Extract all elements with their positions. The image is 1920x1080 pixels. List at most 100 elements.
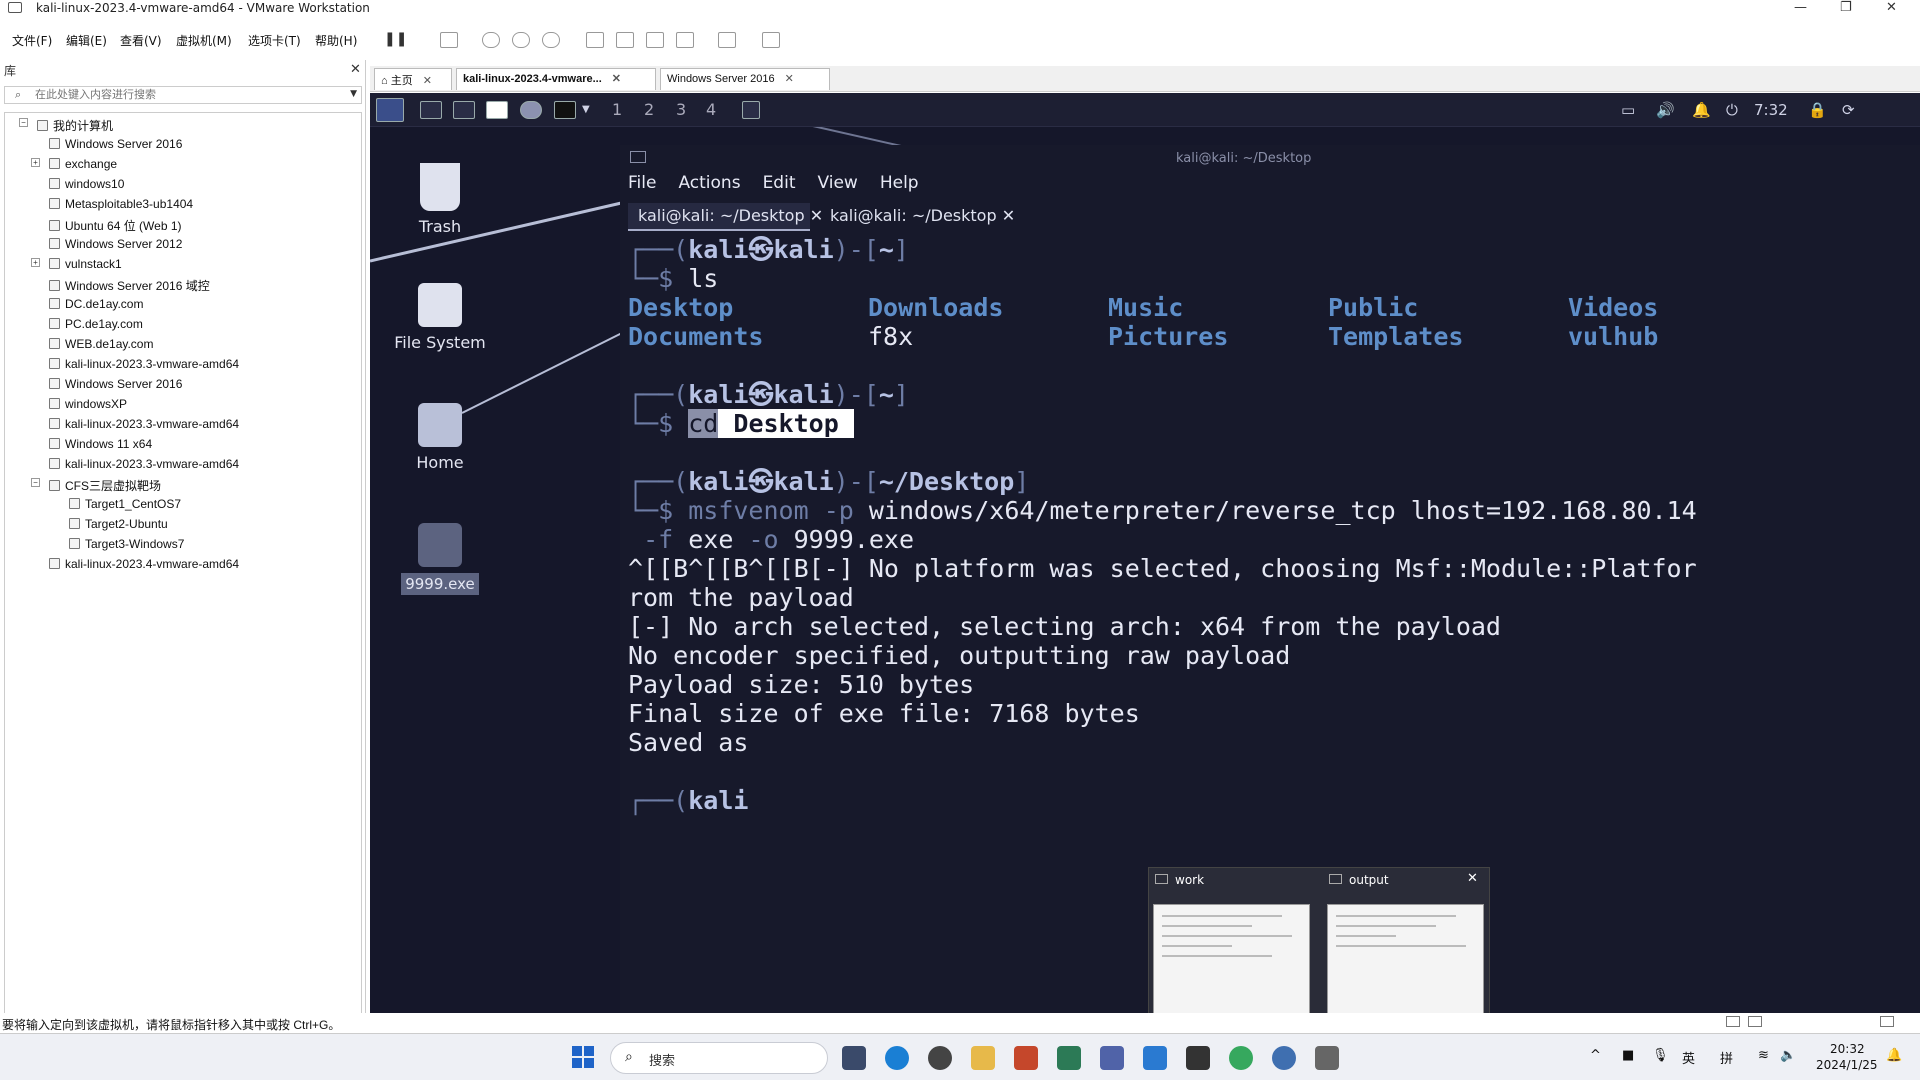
obs-icon[interactable] bbox=[928, 1046, 952, 1070]
app-icon[interactable] bbox=[1229, 1046, 1253, 1070]
display-icon[interactable]: ▭ bbox=[1621, 101, 1635, 119]
thumbnail-work[interactable]: work bbox=[1149, 868, 1314, 1018]
tree-item[interactable]: − CFS三层虚拟靶场 bbox=[31, 477, 161, 494]
file-explorer-icon[interactable] bbox=[971, 1046, 995, 1070]
start-button[interactable] bbox=[572, 1046, 596, 1070]
vscode-icon[interactable] bbox=[1143, 1046, 1167, 1070]
pause-icon[interactable]: ❚❚ bbox=[384, 32, 407, 48]
tree-item[interactable]: Target2-Ubuntu bbox=[69, 517, 168, 531]
tree-item[interactable]: DC.de1ay.com bbox=[49, 297, 143, 311]
powerpoint-icon[interactable] bbox=[1014, 1046, 1038, 1070]
wifi-icon[interactable]: ≋ bbox=[1758, 1048, 1769, 1063]
menu-vm[interactable]: 虚拟机(M) bbox=[176, 32, 232, 49]
snapshot-icon[interactable] bbox=[482, 32, 500, 48]
console-icon[interactable] bbox=[718, 32, 736, 48]
terminal-menu-help[interactable]: Help bbox=[880, 173, 919, 193]
minimize-button[interactable]: — bbox=[1794, 0, 1807, 15]
tree-item[interactable]: windowsXP bbox=[49, 397, 127, 411]
vm-display[interactable]: ▼ 1 2 3 4 ▭ 🔊 🔔 ⏻ 7:32 🔒 ⟳ Trash File Sy… bbox=[370, 93, 1920, 1013]
menu-view[interactable]: 查看(V) bbox=[120, 32, 162, 49]
notification-bell-icon[interactable]: 🔔 bbox=[1692, 101, 1711, 119]
tree-item[interactable]: Windows Server 2016 域控 bbox=[49, 277, 210, 294]
terminal-window-icon[interactable] bbox=[742, 101, 760, 119]
chevron-down-icon[interactable]: ▼ bbox=[350, 89, 357, 99]
workspace-4[interactable]: 4 bbox=[706, 100, 716, 119]
thumbnail-output[interactable]: output ✕ bbox=[1323, 868, 1488, 1018]
notes-icon[interactable] bbox=[1315, 1046, 1339, 1070]
tree-item[interactable]: Windows Server 2012 bbox=[49, 237, 182, 251]
expand-icon[interactable]: + bbox=[31, 258, 40, 267]
close-window-button[interactable]: ✕ bbox=[1886, 0, 1897, 15]
notification-bell-icon[interactable]: 🔔 bbox=[1886, 1048, 1902, 1063]
tree-item[interactable]: windows10 bbox=[49, 177, 124, 191]
close-tab-icon[interactable]: ✕ bbox=[785, 73, 794, 85]
tree-item[interactable]: Ubuntu 64 位 (Web 1) bbox=[49, 217, 182, 234]
terminal-menu-edit[interactable]: Edit bbox=[763, 173, 796, 193]
tree-item[interactable]: kali-linux-2023.3-vmware-amd64 bbox=[49, 417, 239, 431]
taskbar-date[interactable]: 2024/1/25 bbox=[1816, 1058, 1878, 1072]
desktop-icon-trash[interactable]: Trash bbox=[380, 163, 500, 236]
desktop-icon-filesystem[interactable]: File System bbox=[380, 283, 500, 352]
collapse-icon[interactable]: − bbox=[31, 478, 40, 487]
virtual-desktop-icon[interactable] bbox=[1100, 1046, 1124, 1070]
full-screen-icon[interactable] bbox=[646, 32, 664, 48]
menu-help[interactable]: 帮助(H) bbox=[315, 32, 357, 49]
desktop-icon-9999-exe[interactable]: 9999.exe bbox=[380, 523, 500, 595]
kali-menu-icon[interactable] bbox=[376, 98, 404, 122]
tree-item[interactable]: PC.de1ay.com bbox=[49, 317, 143, 331]
tree-item[interactable]: + vulnstack1 bbox=[31, 257, 122, 271]
close-library-icon[interactable]: ✕ bbox=[350, 62, 361, 77]
tree-item[interactable]: + exchange bbox=[31, 157, 117, 171]
close-tab-icon[interactable]: ✕ bbox=[423, 75, 432, 87]
ime-indicator[interactable]: 拼 bbox=[1720, 1048, 1733, 1067]
tree-item[interactable]: Target3-Windows7 bbox=[69, 537, 184, 551]
terminal-menu-view[interactable]: View bbox=[817, 173, 857, 193]
microphone-icon[interactable]: 🎙 bbox=[1652, 1048, 1669, 1063]
tree-item[interactable]: Target1_CentOS7 bbox=[69, 497, 181, 511]
menu-file[interactable]: 文件(F) bbox=[12, 32, 52, 49]
expand-icon[interactable]: + bbox=[31, 158, 40, 167]
terminal-menu-file[interactable]: File bbox=[628, 173, 656, 193]
tab-kali[interactable]: kali-linux-2023.4-vmware... ✕ bbox=[456, 68, 656, 90]
stretch-icon[interactable] bbox=[762, 32, 780, 48]
close-thumbnail-icon[interactable]: ✕ bbox=[1467, 871, 1478, 886]
tree-item[interactable]: Metasploitable3-ub1404 bbox=[49, 197, 193, 211]
taskbar-app-icon[interactable] bbox=[842, 1046, 866, 1070]
device-icon[interactable] bbox=[1726, 1016, 1740, 1027]
unity-icon[interactable] bbox=[676, 32, 694, 48]
terminal-app-icon[interactable] bbox=[1186, 1046, 1210, 1070]
panel-clock[interactable]: 7:32 bbox=[1754, 101, 1788, 119]
terminal-tab-1[interactable]: kali@kali: ~/Desktop ✕ bbox=[628, 203, 823, 231]
menu-edit[interactable]: 编辑(E) bbox=[66, 32, 107, 49]
logout-icon[interactable]: ⟳ bbox=[1842, 101, 1855, 119]
tree-item[interactable]: kali-linux-2023.4-vmware-amd64 bbox=[49, 557, 239, 571]
terminal-icon[interactable] bbox=[554, 101, 576, 119]
text-editor-icon[interactable] bbox=[486, 101, 508, 119]
restore-button[interactable]: ❐ bbox=[1840, 0, 1852, 15]
browser-icon[interactable] bbox=[1272, 1046, 1296, 1070]
menu-tabs[interactable]: 选项卡(T) bbox=[248, 32, 301, 49]
chevron-up-icon[interactable]: ^ bbox=[1590, 1048, 1601, 1063]
tree-item-my-computer[interactable]: − 我的计算机 bbox=[19, 117, 113, 134]
tray-app-icon[interactable]: ■ bbox=[1622, 1048, 1634, 1063]
tree-item[interactable]: Windows 11 x64 bbox=[49, 437, 152, 451]
tab-home[interactable]: ⌂ 主页 ✕ bbox=[374, 68, 452, 90]
vmware-taskbar-icon[interactable] bbox=[1057, 1046, 1081, 1070]
collapse-icon[interactable]: − bbox=[19, 118, 28, 127]
revert-snapshot-icon[interactable] bbox=[512, 32, 530, 48]
workspace-3[interactable]: 3 bbox=[676, 100, 686, 119]
desktop-icon-home[interactable]: Home bbox=[380, 403, 500, 472]
network-adapter-icon[interactable] bbox=[1748, 1016, 1762, 1027]
terminal-tab-2[interactable]: kali@kali: ~/Desktop ✕ bbox=[820, 203, 1015, 231]
tree-item[interactable]: Windows Server 2016 bbox=[49, 377, 182, 391]
library-view-icon[interactable] bbox=[586, 32, 604, 48]
chevron-down-icon[interactable]: ▼ bbox=[582, 104, 590, 122]
file-manager-icon[interactable] bbox=[453, 101, 475, 119]
terminal-menu-actions[interactable]: Actions bbox=[678, 173, 740, 193]
workspace-1[interactable]: 1 bbox=[612, 100, 622, 119]
tree-item[interactable]: kali-linux-2023.3-vmware-amd64 bbox=[49, 357, 239, 371]
power-icon[interactable]: ⏻ bbox=[1726, 101, 1738, 119]
close-tab-icon[interactable]: ✕ bbox=[1002, 206, 1015, 225]
volume-icon[interactable]: 🔊 bbox=[1656, 101, 1675, 119]
edge-icon[interactable] bbox=[885, 1046, 909, 1070]
